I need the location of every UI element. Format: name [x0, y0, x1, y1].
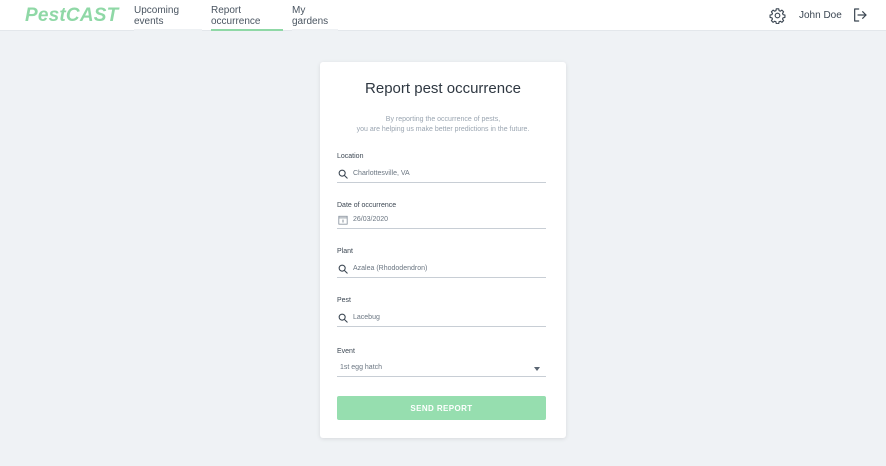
pest-value: Lacebug: [353, 314, 380, 321]
event-select[interactable]: 1st egg hatch: [337, 359, 546, 377]
user-name[interactable]: John Doe: [799, 10, 842, 21]
nav-underline: [134, 29, 202, 31]
date-value: 26/03/2020: [353, 216, 389, 223]
location-label: Location: [337, 153, 364, 160]
nav-upcoming-events-label: Upcoming events: [134, 4, 180, 27]
nav-active-underline: [211, 29, 283, 31]
form-subtitle: By reporting the occurrence of pests, yo…: [320, 115, 566, 134]
nav-report-occurrence[interactable]: Report occurrence: [211, 0, 283, 31]
pest-input[interactable]: Lacebug: [337, 309, 546, 327]
nav-upcoming-events[interactable]: Upcoming events: [134, 0, 202, 31]
pest-label: Pest: [337, 297, 352, 304]
nav-underline: [292, 29, 338, 31]
logout-icon[interactable]: [852, 7, 868, 23]
send-report-button[interactable]: SEND REPORT: [337, 396, 546, 420]
form-subtitle-line2: you are helping us make better predictio…: [356, 125, 530, 133]
search-icon: [338, 264, 348, 274]
nav-my-gardens-label: My gardens: [292, 4, 329, 27]
location-value: Charlottesville, VA: [353, 170, 410, 177]
plant-value: Azalea (Rhododendron): [353, 265, 428, 272]
event-label: Event: [337, 348, 355, 355]
app-logo[interactable]: PestCAST: [25, 5, 118, 27]
top-navbar: PestCAST Upcoming events Report occurren…: [0, 0, 886, 31]
search-icon: [338, 313, 348, 323]
report-form-card: Report pest occurrence By reporting the …: [320, 62, 566, 438]
form-title: Report pest occurrence: [365, 80, 521, 97]
nav-my-gardens[interactable]: My gardens: [292, 0, 338, 31]
plant-input[interactable]: Azalea (Rhododendron): [337, 260, 546, 278]
nav-report-occurrence-label: Report occurrence: [211, 4, 261, 27]
caret-down-icon: [534, 367, 540, 371]
gear-icon[interactable]: [769, 7, 786, 24]
date-label: Date of occurrence: [337, 202, 397, 209]
form-subtitle-line1: By reporting the occurrence of pests,: [385, 116, 501, 123]
plant-label: Plant: [337, 248, 353, 255]
date-input[interactable]: 26/03/2020: [337, 211, 546, 229]
event-value: 1st egg hatch: [340, 364, 383, 371]
calendar-icon: [338, 215, 348, 225]
search-icon: [338, 169, 348, 179]
location-input[interactable]: Charlottesville, VA: [337, 165, 546, 183]
